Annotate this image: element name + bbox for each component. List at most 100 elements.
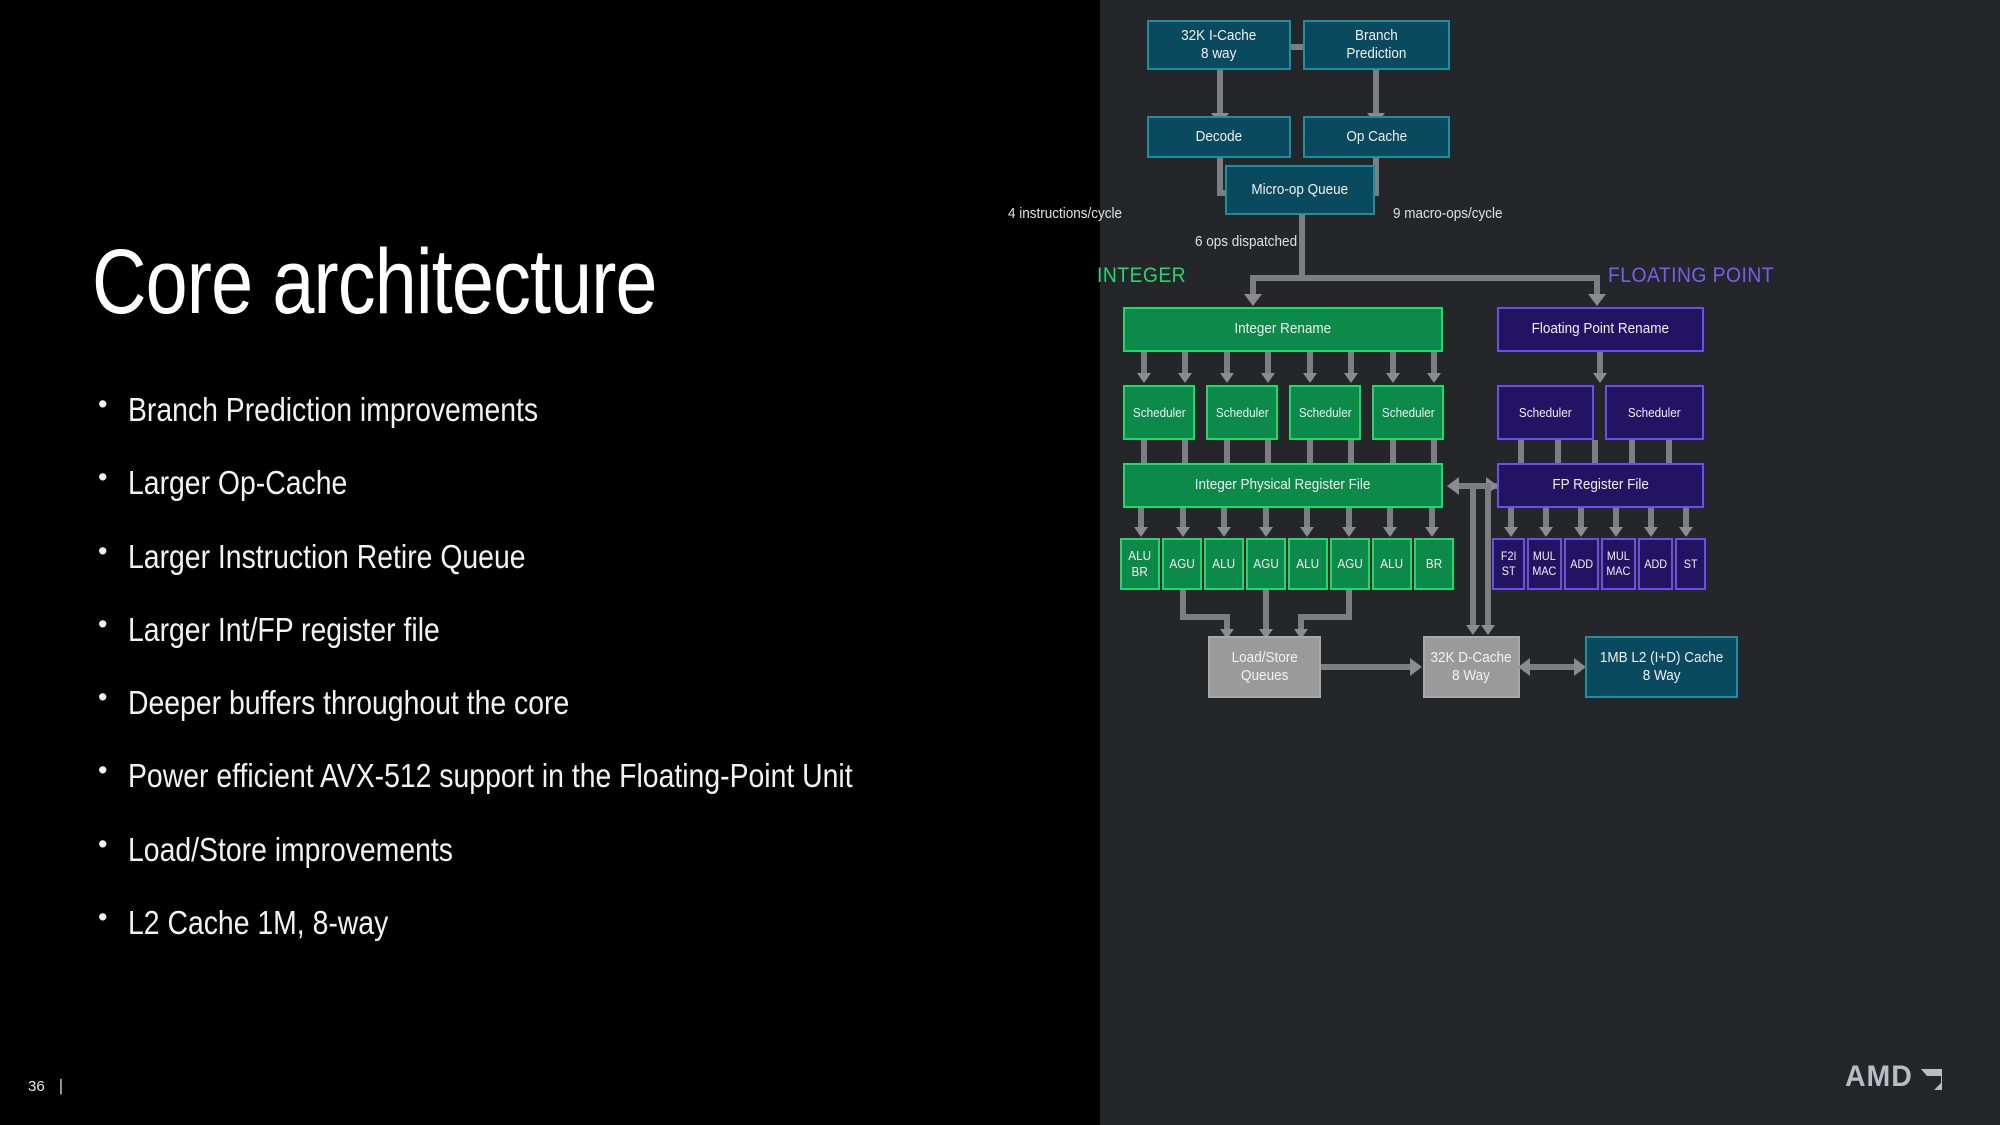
arrowhead-fp-rename <box>1588 294 1606 306</box>
arrow-int-e5 <box>1300 527 1314 537</box>
exec-line-1: BR <box>1425 556 1443 572</box>
list-item: Larger Instruction Retire Queue <box>92 537 1072 575</box>
amd-arrow-icon <box>1919 1067 1944 1092</box>
stem-int-s3 <box>1224 440 1230 465</box>
exec-unit-agu-3: AGU <box>1330 538 1370 590</box>
arrow-int-r8 <box>1427 373 1441 383</box>
exec-line-1: F2I <box>1500 549 1517 564</box>
annotation-instructions-per-cycle: 4 instructions/cycle <box>1008 205 1123 222</box>
bullet-text: Load/Store improvements <box>128 830 453 868</box>
bullet-text: Deeper buffers throughout the core <box>128 684 570 722</box>
exec-line-2: MAC <box>1532 564 1557 578</box>
exec-line-2: MAC <box>1606 564 1631 578</box>
block-fp-rename: Floating Point Rename <box>1497 307 1704 352</box>
block-fp-scheduler-1: Scheduler <box>1497 385 1594 440</box>
arrow-int-r1 <box>1137 373 1151 383</box>
block-integer-scheduler-1: Scheduler <box>1123 385 1195 440</box>
section-label-floating-point: FLOATING POINT <box>1608 264 1775 287</box>
arrow-fp-e2 <box>1539 527 1553 537</box>
icache-line-1: 32K I-Cache <box>1181 26 1257 44</box>
micro-op-queue-label: Micro-op Queue <box>1251 180 1349 198</box>
annotation-macro-ops-per-cycle: 9 macro-ops/cycle <box>1393 205 1503 222</box>
arrow-int-e7 <box>1383 527 1397 537</box>
list-item: Power efficient AVX-512 support in the F… <box>92 756 1072 795</box>
stem-fp-s5 <box>1666 440 1672 465</box>
stem-agu2-down <box>1263 590 1269 632</box>
block-decode: Decode <box>1147 116 1291 158</box>
fp-exec-unit-st: ST <box>1675 538 1706 590</box>
arrow-int-e6 <box>1342 527 1356 537</box>
arrow-int-r5 <box>1303 373 1317 383</box>
l2-line-1: 1MB L2 (I+D) Cache <box>1599 648 1724 666</box>
scheduler-label: Scheduler <box>1628 404 1681 420</box>
connector-dcache-to-l2 <box>1524 664 1580 670</box>
connector-bp-to-opcache <box>1373 70 1379 116</box>
exec-line-1: AGU <box>1169 556 1195 572</box>
exec-line-1: ST <box>1683 556 1698 571</box>
stem-agu1-right <box>1180 614 1230 620</box>
connector-icache-to-decode <box>1217 70 1223 116</box>
block-d-cache: 32K D-Cache 8 Way <box>1423 636 1520 698</box>
bullet-text: Branch Prediction improvements <box>128 391 539 428</box>
branch-prediction-line-1: Branch <box>1355 26 1398 44</box>
scheduler-label: Scheduler <box>1215 404 1269 420</box>
stem-int-s8 <box>1431 440 1437 465</box>
stem-int-s5 <box>1307 440 1313 465</box>
bullet-text: Power efficient AVX-512 support in the F… <box>128 757 853 795</box>
arrowhead-dcache-right <box>1518 658 1530 676</box>
core-architecture-diagram: 32K I-Cache 8 way Branch Prediction Deco… <box>1008 0 2000 1125</box>
arrow-int-e3 <box>1217 527 1231 537</box>
arrow-int-e2 <box>1176 527 1190 537</box>
list-item: Load/Store improvements <box>92 830 1072 868</box>
stem-int-s2 <box>1182 440 1188 465</box>
stem-fp-s1 <box>1518 440 1524 465</box>
exec-line-1: ADD <box>1570 556 1593 571</box>
exec-line-1: ALU <box>1296 556 1320 572</box>
arrowhead-to-int-prf <box>1447 477 1459 495</box>
arrow-fp-r1 <box>1593 373 1607 383</box>
arrow-int-e8 <box>1425 527 1439 537</box>
exec-line-1: AGU <box>1337 556 1363 572</box>
annotation-ops-dispatched: 6 ops dispatched <box>1195 233 1298 250</box>
list-item: Deeper buffers throughout the core <box>92 683 1072 722</box>
dcache-line-2: 8 Way <box>1452 667 1491 684</box>
amd-wordmark: AMD <box>1845 1060 1913 1093</box>
connector-dcache-up-right <box>1485 483 1491 628</box>
arrow-int-r6 <box>1344 373 1358 383</box>
arrow-fp-e6 <box>1679 527 1693 537</box>
block-integer-physical-register-file: Integer Physical Register File <box>1123 463 1443 508</box>
stem-int-s7 <box>1390 440 1396 465</box>
lsq-line-2: Queues <box>1240 667 1289 684</box>
exec-line-1: ALU <box>1128 548 1152 564</box>
exec-line-1: ADD <box>1644 556 1667 571</box>
dcache-line-1: 32K D-Cache <box>1430 648 1513 666</box>
arrow-int-r4 <box>1261 373 1275 383</box>
exec-unit-br: BR <box>1414 538 1454 590</box>
arrow-int-r7 <box>1386 373 1400 383</box>
scheduler-label: Scheduler <box>1519 404 1572 420</box>
fp-exec-unit-f2i-st: F2I ST <box>1492 538 1525 590</box>
stem-fp-s3 <box>1592 440 1598 465</box>
list-item: Larger Op-Cache <box>92 463 1072 501</box>
exec-unit-alu-3: ALU <box>1288 538 1328 590</box>
scheduler-label: Scheduler <box>1132 404 1186 420</box>
block-icache: 32K I-Cache 8 way <box>1147 20 1291 70</box>
arrow-fp-e3 <box>1574 527 1588 537</box>
block-l2-cache: 1MB L2 (I+D) Cache 8 Way <box>1585 636 1738 698</box>
stem-agu3-left <box>1298 614 1352 620</box>
exec-unit-agu-2: AGU <box>1246 538 1286 590</box>
stem-int-s4 <box>1265 440 1271 465</box>
page-title: Core architecture <box>92 231 658 333</box>
fp-exec-unit-add-1: ADD <box>1564 538 1599 590</box>
arrowhead-integer-rename <box>1244 294 1262 306</box>
block-op-cache: Op Cache <box>1303 116 1450 158</box>
connector-dcache-up-left <box>1470 483 1476 628</box>
exec-line-1: MUL <box>1533 549 1556 564</box>
block-integer-scheduler-4: Scheduler <box>1372 385 1444 440</box>
block-integer-scheduler-2: Scheduler <box>1206 385 1278 440</box>
arrow-int-r2 <box>1178 373 1192 383</box>
fp-register-file-label: FP Register File <box>1552 476 1649 494</box>
decode-label: Decode <box>1195 127 1243 145</box>
left-content-panel: Core architecture Branch Prediction impr… <box>0 0 1100 1125</box>
feature-bullet-list: Branch Prediction improvements Larger Op… <box>92 390 1072 978</box>
